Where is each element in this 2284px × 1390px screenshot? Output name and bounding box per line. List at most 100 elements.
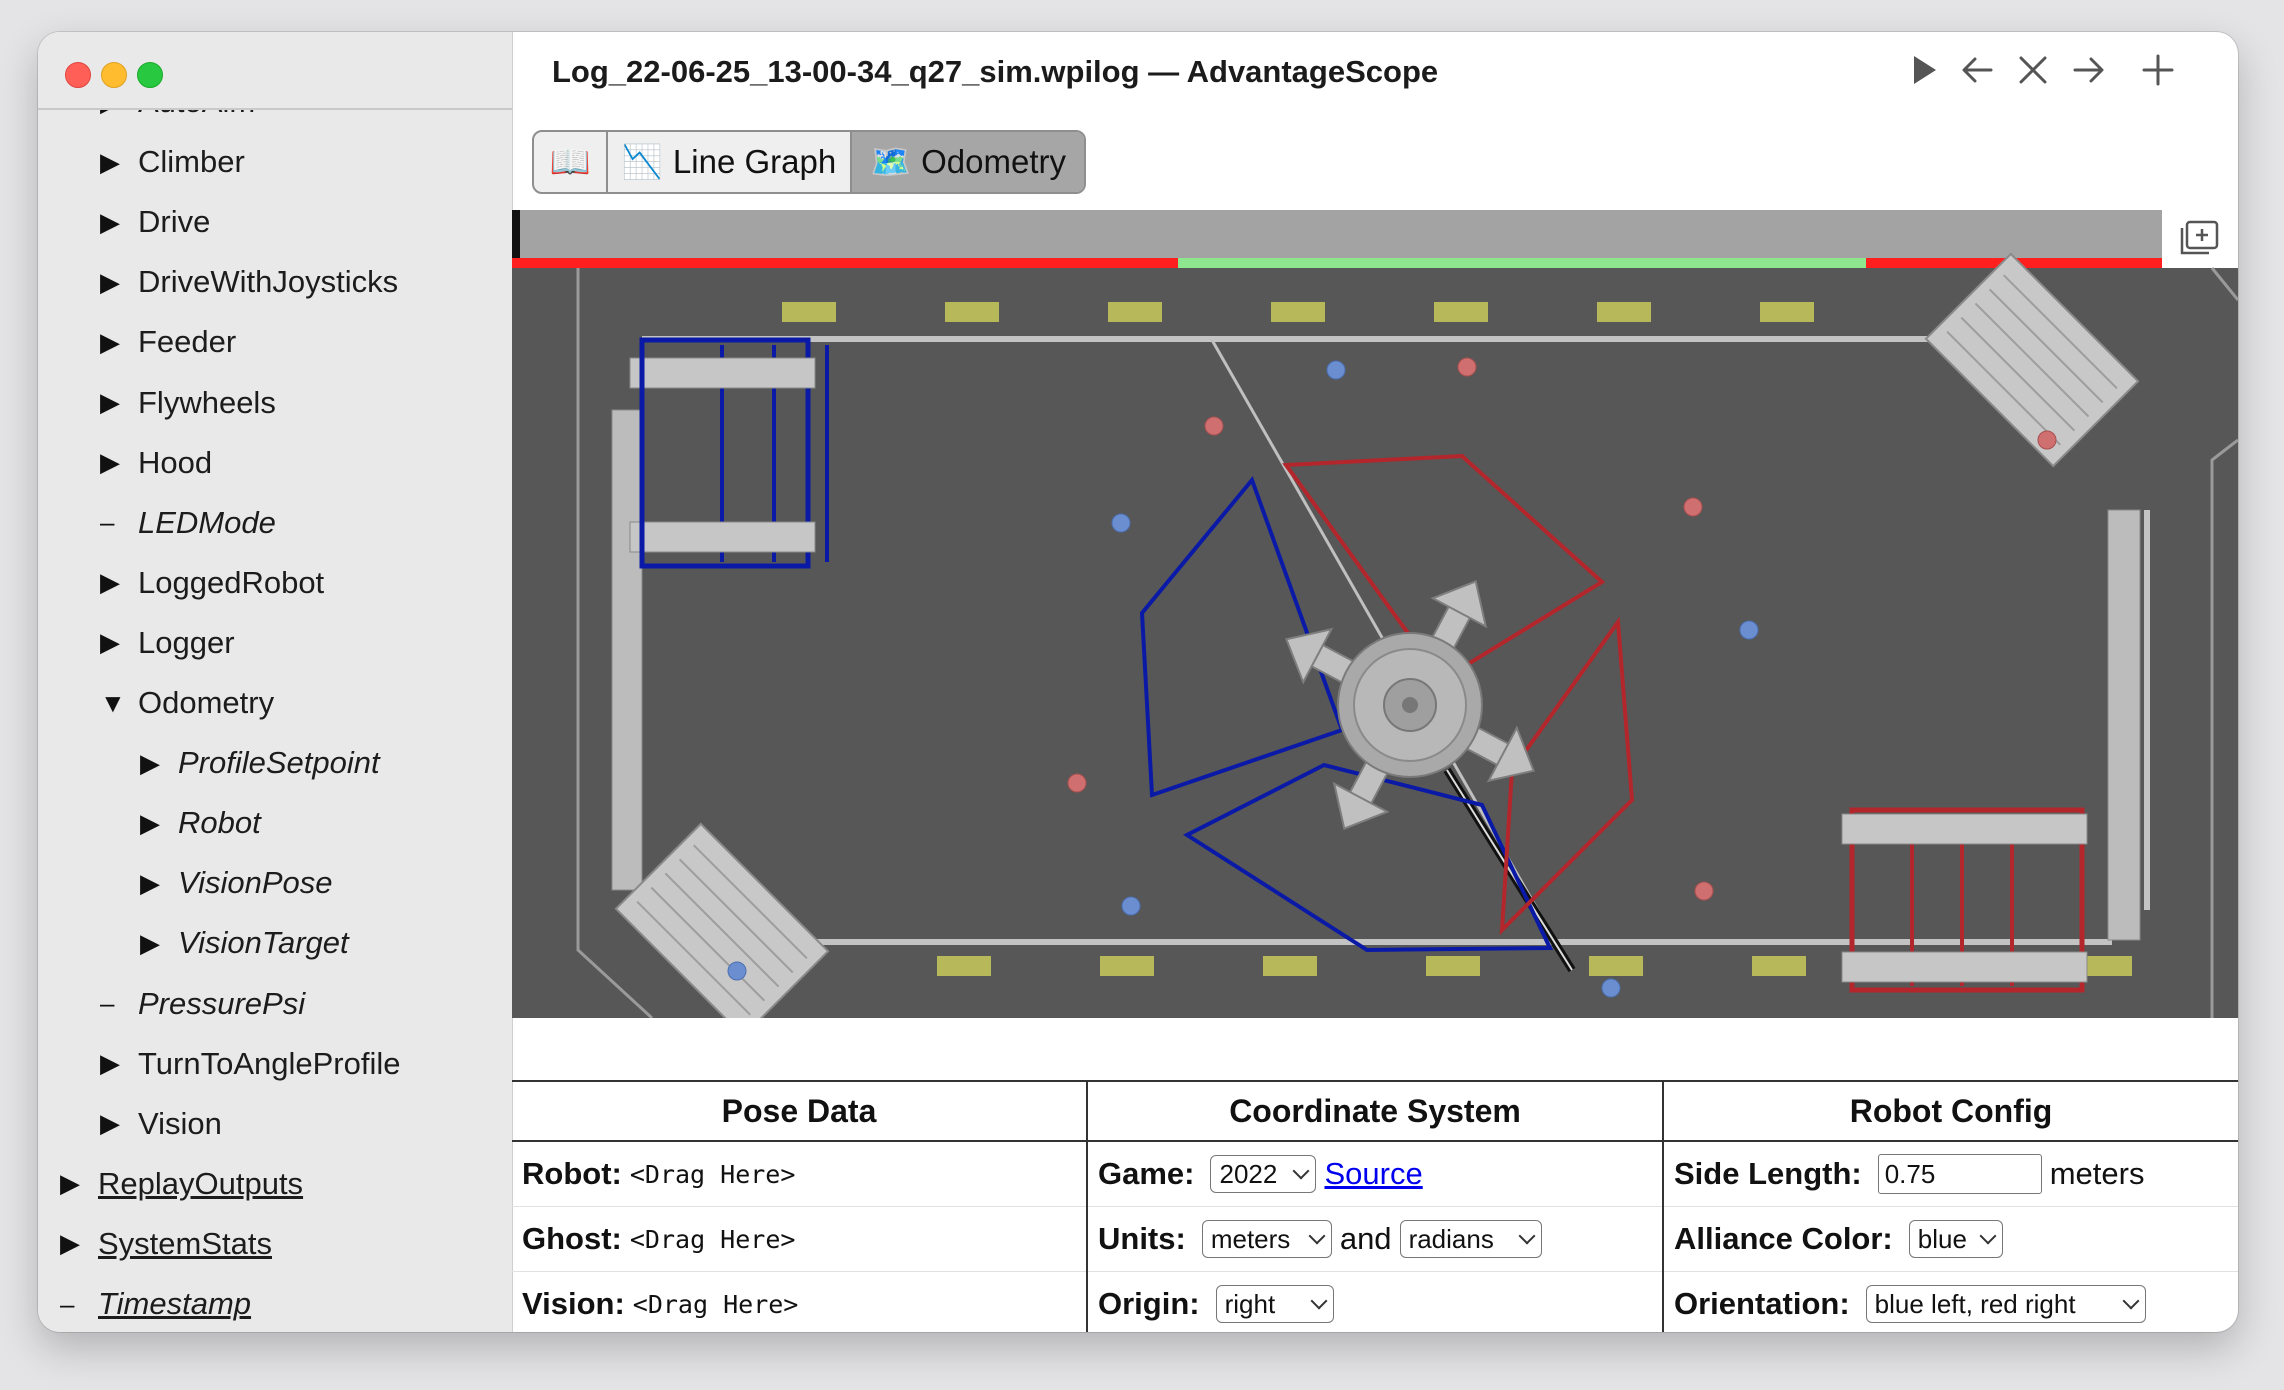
chevron-down-icon	[1518, 1227, 1536, 1245]
chevron-down-icon	[1292, 1162, 1310, 1180]
orientation-label: Orientation:	[1674, 1286, 1850, 1321]
tree-item-label: ReplayOutputs	[98, 1165, 304, 1201]
odometry-field[interactable]	[512, 210, 2238, 1018]
tree-item-label: LoggedRobot	[138, 564, 325, 600]
chevron-down-icon	[2122, 1292, 2140, 1310]
angle-units-value: radians	[1408, 1223, 1494, 1254]
tree-item-turntoangleprofile[interactable]: ▶ TurnToAngleProfile	[100, 1044, 401, 1084]
tree-item-climber[interactable]: ▶ Climber	[100, 142, 245, 182]
close-window-button[interactable]	[65, 62, 91, 88]
tree-item-pressurepsi[interactable]: – PressurePsi	[100, 984, 305, 1024]
timeline-cursor	[512, 210, 520, 258]
tree-item-feeder[interactable]: ▶ Feeder	[100, 322, 236, 362]
vision-label: Vision:	[522, 1286, 625, 1321]
disclosure-collapsed-icon: ▶	[140, 927, 160, 958]
angle-units-select[interactable]: radians	[1399, 1220, 1542, 1258]
disclosure-collapsed-icon: ▶	[100, 326, 120, 357]
zoom-window-button[interactable]	[137, 62, 163, 88]
tree-item-logger[interactable]: ▶ Logger	[100, 623, 235, 663]
side-length-input[interactable]: 0.75	[1877, 1154, 2042, 1194]
game-label: Game:	[1098, 1156, 1195, 1191]
ghost-drop-target[interactable]: <Drag Here>	[630, 1225, 796, 1254]
distance-units-value: meters	[1210, 1223, 1291, 1254]
units-and-text: and	[1339, 1221, 1392, 1256]
side-length-row: Side Length: 0.75 meters	[1664, 1142, 2238, 1207]
tree-item-autoaim[interactable]: ▶AutoAim	[100, 110, 255, 122]
distance-units-select[interactable]: meters	[1201, 1220, 1332, 1258]
tree-item-label: PressurePsi	[138, 985, 306, 1021]
map-icon: 🗺️	[870, 142, 912, 180]
robot-row: Robot: <Drag Here>	[512, 1142, 1086, 1207]
disclosure-collapsed-icon: ▶	[140, 867, 160, 898]
disclosure-collapsed-icon: ▶	[100, 146, 120, 177]
disclosure-collapsed-icon: ▶	[140, 747, 160, 778]
alliance-color-row: Alliance Color: blue	[1664, 1207, 2238, 1272]
side-length-label: Side Length:	[1674, 1156, 1862, 1191]
tree-item-label: Feeder	[138, 324, 237, 360]
tree-item-drive[interactable]: ▶ Drive	[100, 202, 210, 242]
tree-item-label: VisionTarget	[178, 925, 349, 961]
side-length-unit: meters	[2049, 1156, 2145, 1191]
tree-item-robot[interactable]: ▶ Robot	[140, 803, 261, 843]
disclosure-collapsed-icon: ▶	[100, 206, 120, 237]
coordinate-system-header: Coordinate System	[1088, 1082, 1662, 1142]
tree-item-timestamp[interactable]: – Timestamp	[60, 1284, 251, 1324]
orientation-row: Orientation: blue left, red right	[1664, 1272, 2238, 1332]
disclosure-collapsed-icon: ▶	[60, 1228, 80, 1259]
coordinate-system-column: Coordinate System Game: 2022 Source Unit…	[1088, 1082, 1664, 1332]
origin-label: Origin:	[1098, 1286, 1200, 1321]
tab-odometry-label: Odometry	[921, 143, 1066, 180]
tree-item-flywheels[interactable]: ▶ Flywheels	[100, 383, 276, 423]
tab-line-graph[interactable]: 📉 Line Graph	[608, 132, 852, 192]
tab-docs[interactable]: 📖	[534, 132, 608, 192]
tree-item-label: Odometry	[138, 685, 275, 720]
robot-config-header: Robot Config	[1664, 1082, 2238, 1142]
tree-item-label: SystemStats	[98, 1225, 272, 1261]
field-tree: ▶AutoAim▶Climber▶Drive▶DriveWithJoystick…	[38, 110, 512, 1332]
tree-item-visiontarget[interactable]: ▶ VisionTarget	[140, 923, 349, 963]
alliance-color-select[interactable]: blue	[1908, 1220, 2003, 1258]
source-link[interactable]: Source	[1324, 1156, 1422, 1192]
tree-item-label: Climber	[138, 144, 245, 180]
tree-item-systemstats[interactable]: ▶ SystemStats	[60, 1224, 272, 1264]
tree-item-profilesetpoint[interactable]: ▶ ProfileSetpoint	[140, 743, 380, 783]
close-tab-icon[interactable]	[2013, 48, 2053, 92]
tree-item-odometry[interactable]: ▼ Odometry	[100, 683, 274, 723]
arrow-right-icon[interactable]	[2068, 48, 2108, 92]
tree-item-replayoutputs[interactable]: ▶ ReplayOutputs	[60, 1164, 303, 1204]
play-icon[interactable]	[1904, 48, 1944, 92]
minimize-window-button[interactable]	[101, 62, 127, 88]
tree-item-visionpose[interactable]: ▶ VisionPose	[140, 863, 333, 903]
tree-item-label: Robot	[178, 805, 261, 841]
disclosure-expanded-icon: ▼	[100, 687, 126, 718]
disclosure-collapsed-icon: ▶	[100, 387, 120, 417]
tree-item-vision[interactable]: ▶ Vision	[100, 1104, 222, 1144]
tab-line-graph-label: Line Graph	[672, 143, 837, 180]
origin-select[interactable]: right	[1215, 1285, 1334, 1323]
disclosure-collapsed-icon: ▶	[100, 567, 120, 598]
robot-drop-target[interactable]: <Drag Here>	[630, 1160, 796, 1189]
units-label: Units:	[1098, 1221, 1186, 1256]
leaf-dash-icon: –	[60, 1288, 75, 1319]
disclosure-collapsed-icon: ▶	[100, 110, 138, 118]
leaf-dash-icon: –	[100, 988, 115, 1018]
orientation-select[interactable]: blue left, red right	[1865, 1285, 2146, 1323]
tree-item-label: ProfileSetpoint	[178, 745, 380, 781]
tree-item-hood[interactable]: ▶ Hood	[100, 443, 212, 483]
timeline-enabled-segment	[1178, 258, 1866, 268]
tree-item-drivewithjoysticks[interactable]: ▶ DriveWithJoysticks	[100, 262, 398, 302]
tab-odometry[interactable]: 🗺️ Odometry	[852, 132, 1084, 192]
tree-item-label: Vision	[138, 1105, 222, 1141]
timeline-bar	[512, 210, 2162, 258]
tree-item-loggedrobot[interactable]: ▶ LoggedRobot	[100, 563, 324, 603]
chevron-down-icon	[1310, 1292, 1328, 1310]
game-select[interactable]: 2022	[1210, 1155, 1317, 1193]
arrow-left-icon[interactable]	[1958, 48, 1998, 92]
tree-item-ledmode[interactable]: – LEDMode	[100, 503, 276, 543]
pose-data-column: Pose Data Robot: <Drag Here> Ghost: <Dra…	[512, 1082, 1088, 1332]
vision-drop-target[interactable]: <Drag Here>	[633, 1290, 799, 1319]
tree-item-label: Hood	[138, 444, 213, 480]
add-tab-icon[interactable]	[2138, 48, 2178, 92]
disclosure-collapsed-icon: ▶	[100, 1048, 120, 1079]
disclosure-collapsed-icon: ▶	[100, 266, 120, 297]
